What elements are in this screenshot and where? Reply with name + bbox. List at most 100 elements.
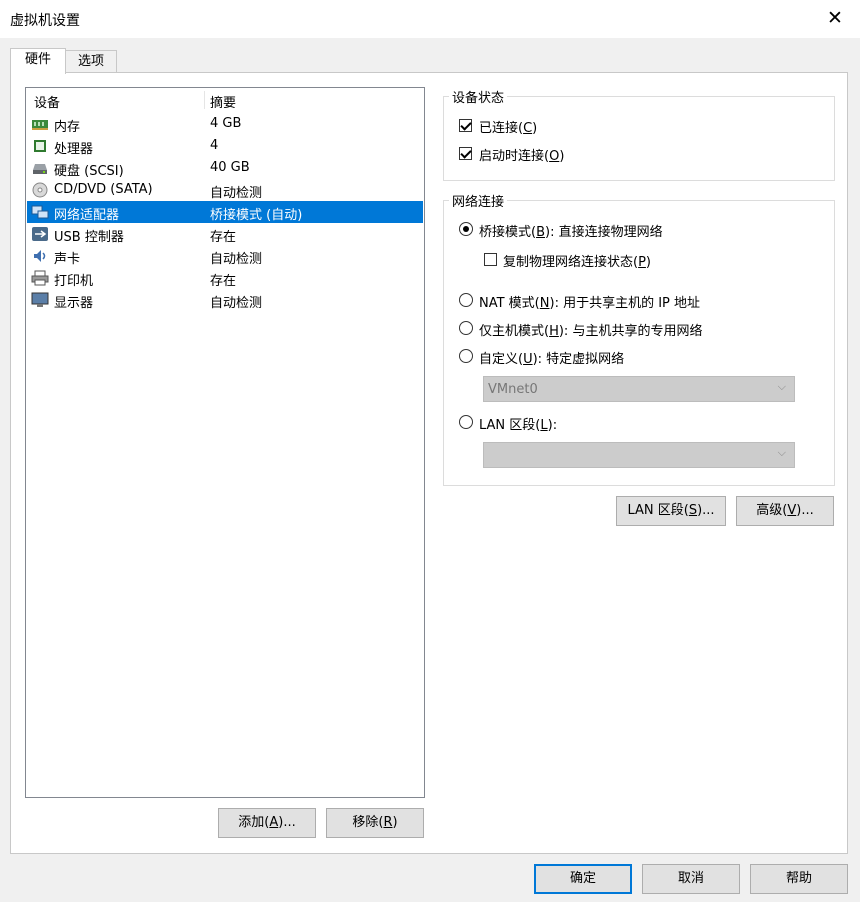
lan-segments-label: LAN 区段( bbox=[627, 503, 689, 518]
close-icon[interactable]: ✕ bbox=[824, 6, 846, 30]
device-summary: 4 bbox=[210, 138, 219, 153]
lan-hotkey: L bbox=[540, 418, 548, 433]
replicate-state-checkbox[interactable] bbox=[484, 253, 497, 266]
nat-hotkey: N bbox=[539, 296, 550, 311]
custom-network-select[interactable]: VMnet0 ⌵ bbox=[483, 376, 795, 402]
nat-text: NAT 模式( bbox=[479, 296, 540, 311]
device-name: 声卡 bbox=[54, 252, 81, 267]
device-row-sound-card[interactable]: 声卡 自动检测 bbox=[27, 245, 423, 267]
device-list[interactable]: 设备 摘要 内存 4 GB 处理器 4 硬盘 (SCSI) 40 GB CD/D… bbox=[25, 87, 425, 798]
device-row-processor[interactable]: 处理器 4 bbox=[27, 135, 423, 157]
device-summary: 自动检测 bbox=[210, 296, 263, 311]
device-name: 处理器 bbox=[54, 142, 94, 157]
advanced-button[interactable]: 高级(V)... bbox=[736, 496, 834, 526]
custom-network-value: VMnet0 bbox=[488, 382, 538, 397]
device-summary: 自动检测 bbox=[210, 252, 263, 267]
tab-hardware[interactable]: 硬件 bbox=[10, 48, 66, 74]
lan-segments-hotkey: S bbox=[688, 503, 698, 518]
sound-card-icon bbox=[34, 250, 46, 262]
connected-checkbox[interactable] bbox=[459, 119, 472, 132]
window-title: 虚拟机设置 bbox=[10, 13, 80, 29]
device-row-hard-disk[interactable]: 硬盘 (SCSI) 40 GB bbox=[27, 157, 423, 179]
cancel-button[interactable]: 取消 bbox=[642, 864, 740, 894]
column-header-device[interactable]: 设备 bbox=[34, 92, 60, 111]
bridged-hotkey: B bbox=[536, 225, 545, 240]
device-summary: 4 GB bbox=[210, 116, 242, 131]
lan-segments-button[interactable]: LAN 区段(S)... bbox=[616, 496, 726, 526]
nat-tail: ): 用于共享主机的 IP 地址 bbox=[549, 296, 701, 311]
custom-hotkey: U bbox=[523, 352, 533, 367]
connected-hotkey: C bbox=[523, 121, 533, 136]
add-button-tail: )... bbox=[278, 815, 296, 830]
device-name: 硬盘 (SCSI) bbox=[54, 164, 124, 179]
device-row-network-adapter[interactable]: 网络适配器 桥接模式 (自动) bbox=[27, 201, 423, 223]
list-header: 设备 摘要 bbox=[26, 88, 424, 112]
nat-label[interactable]: NAT 模式(N): 用于共享主机的 IP 地址 bbox=[479, 292, 700, 311]
host-only-hotkey: H bbox=[549, 324, 559, 339]
device-summary: 存在 bbox=[210, 230, 237, 245]
custom-label[interactable]: 自定义(U): 特定虚拟网络 bbox=[479, 348, 624, 367]
bridged-text: 桥接模式( bbox=[479, 225, 537, 240]
usb-icon bbox=[32, 227, 48, 241]
chevron-down-icon: ⌵ bbox=[777, 446, 786, 459]
tab-options[interactable]: 选项 bbox=[65, 50, 117, 74]
connect-on-power-tail: ) bbox=[559, 149, 565, 164]
printer-icon bbox=[31, 270, 49, 286]
chevron-down-icon: ⌵ bbox=[777, 380, 786, 393]
device-name: 打印机 bbox=[54, 274, 94, 289]
device-row-memory[interactable]: 内存 4 GB bbox=[27, 113, 423, 135]
ok-button[interactable]: 确定 bbox=[534, 864, 632, 894]
lan-segment-label[interactable]: LAN 区段(L): bbox=[479, 414, 557, 433]
host-only-radio[interactable] bbox=[459, 321, 473, 335]
hard-disk-icon bbox=[33, 164, 47, 174]
help-button[interactable]: 帮助 bbox=[750, 864, 848, 894]
display-icon bbox=[31, 292, 49, 307]
remove-button-label: 移除( bbox=[352, 815, 384, 830]
advanced-hotkey: V bbox=[787, 503, 797, 518]
network-connection-title: 网络连接 bbox=[449, 191, 508, 210]
memory-icon bbox=[32, 120, 48, 130]
replicate-tail: ) bbox=[645, 255, 651, 270]
device-row-display[interactable]: 显示器 自动检测 bbox=[27, 289, 423, 311]
device-row-cd-dvd[interactable]: CD/DVD (SATA) 自动检测 bbox=[27, 179, 423, 201]
device-name: 内存 bbox=[54, 120, 81, 135]
bridged-label[interactable]: 桥接模式(B): 直接连接物理网络 bbox=[479, 221, 663, 240]
processor-icon bbox=[34, 140, 46, 152]
connect-at-power-on-checkbox[interactable] bbox=[459, 147, 472, 160]
column-separator[interactable] bbox=[204, 91, 205, 109]
nat-radio[interactable] bbox=[459, 293, 473, 307]
bridged-tail: ): 直接连接物理网络 bbox=[545, 225, 663, 240]
device-row-printer[interactable]: 打印机 存在 bbox=[27, 267, 423, 289]
connected-text: 已连接( bbox=[479, 121, 524, 136]
host-only-tail: ): 与主机共享的专用网络 bbox=[558, 324, 703, 339]
device-row-usb-controller[interactable]: USB 控制器 存在 bbox=[27, 223, 423, 245]
remove-button-hotkey: R bbox=[383, 815, 393, 830]
lan-segment-radio[interactable] bbox=[459, 415, 473, 429]
cd-dvd-icon bbox=[32, 182, 48, 198]
host-only-label[interactable]: 仅主机模式(H): 与主机共享的专用网络 bbox=[479, 320, 702, 339]
bridged-radio[interactable] bbox=[459, 222, 473, 236]
device-summary: 40 GB bbox=[210, 160, 250, 175]
custom-radio[interactable] bbox=[459, 349, 473, 363]
device-summary: 存在 bbox=[210, 274, 237, 289]
device-name: 网络适配器 bbox=[54, 208, 120, 223]
remove-button-tail: ) bbox=[392, 815, 398, 830]
remove-button[interactable]: 移除(R) bbox=[326, 808, 424, 838]
device-name: USB 控制器 bbox=[54, 230, 124, 245]
connect-at-power-on-label[interactable]: 启动时连接(O) bbox=[479, 145, 564, 164]
replicate-hotkey: P bbox=[638, 255, 646, 270]
lan-tail: ): bbox=[547, 418, 558, 433]
replicate-state-label[interactable]: 复制物理网络连接状态(P) bbox=[503, 251, 651, 270]
lan-text: LAN 区段( bbox=[479, 418, 541, 433]
column-header-summary[interactable]: 摘要 bbox=[210, 92, 236, 111]
advanced-tail: )... bbox=[796, 503, 814, 518]
connected-label[interactable]: 已连接(C) bbox=[479, 117, 537, 136]
device-status-group: 设备状态 bbox=[443, 87, 835, 181]
advanced-label: 高级( bbox=[756, 503, 788, 518]
connected-tail: ) bbox=[532, 121, 538, 136]
connect-on-power-hotkey: O bbox=[549, 149, 560, 164]
add-button[interactable]: 添加(A)... bbox=[218, 808, 316, 838]
host-only-text: 仅主机模式( bbox=[479, 324, 550, 339]
lan-segment-select[interactable]: ⌵ bbox=[483, 442, 795, 468]
custom-tail: ): 特定虚拟网络 bbox=[532, 352, 625, 367]
